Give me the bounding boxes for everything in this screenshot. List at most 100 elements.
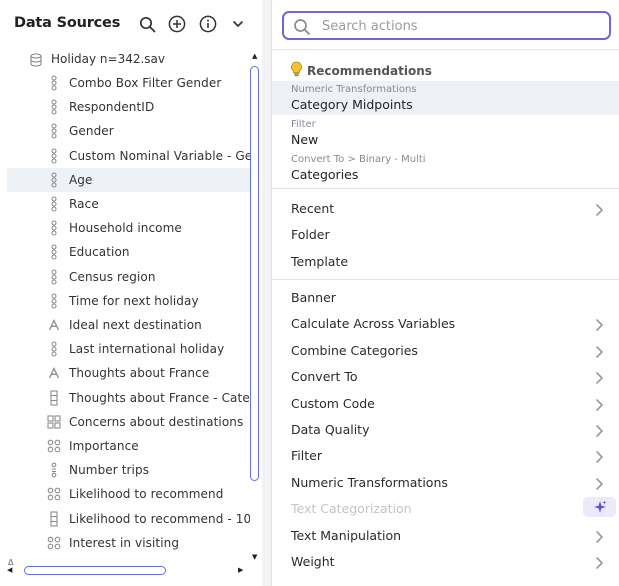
variable-label: Time for next holiday xyxy=(69,293,199,308)
variable-label: RespondentID xyxy=(69,100,155,115)
data-file-label: Holiday n=342.sav xyxy=(51,52,166,66)
menu-item-label: Convert To xyxy=(291,369,358,385)
menu-item-label: Recent xyxy=(291,201,335,216)
numeric-var-icon xyxy=(47,269,61,285)
variable-label: Census region xyxy=(69,269,156,284)
recommendation-action: New xyxy=(291,132,319,147)
scroll-right-arrow[interactable]: ▶ xyxy=(238,566,243,574)
horizontal-scrollbar-thumb[interactable] xyxy=(24,566,166,575)
menu-item-recent[interactable]: Recent xyxy=(272,197,619,221)
chevron-right-icon xyxy=(594,202,604,216)
menu-item-label: Data Quality xyxy=(291,422,370,437)
numeric-var-icon xyxy=(47,244,61,260)
chevron-right-icon xyxy=(594,555,604,569)
variable-label: Thoughts about France - Categ xyxy=(69,390,250,405)
variable-item[interactable]: Number trips xyxy=(7,458,250,482)
numeric-count-var-icon xyxy=(47,462,61,478)
variable-item[interactable]: RespondentID xyxy=(7,95,250,119)
menu-item-combine-categories[interactable]: Combine Categories xyxy=(272,339,619,363)
variable-label: Gender xyxy=(69,124,114,139)
menu-item-label: Text Categorization xyxy=(291,501,412,517)
variable-label: Age xyxy=(69,172,93,187)
variable-label: Concerns about destinations xyxy=(69,414,244,429)
actions-menu: Recommendations Numeric Transformations C… xyxy=(271,0,619,586)
chevron-right-icon xyxy=(594,317,604,332)
recommendations-heading: Recommendations xyxy=(290,61,432,81)
recommendation-item[interactable]: Filter New xyxy=(272,116,619,150)
menu-item-template[interactable]: Template xyxy=(272,250,619,274)
grid-var-icon xyxy=(47,414,61,430)
menu-item-folder[interactable]: Folder xyxy=(272,223,619,247)
variable-item[interactable]: Likelihood to recommend xyxy=(7,482,250,506)
menu-item-filter[interactable]: Filter xyxy=(272,444,619,468)
menu-item-label: Numeric Transformations xyxy=(291,474,448,490)
recommendation-item[interactable]: Numeric Transformations Category Midpoint… xyxy=(272,81,619,115)
scroll-down-arrow[interactable]: ▼ xyxy=(252,553,257,561)
recommendation-action: Categories xyxy=(291,167,359,182)
variable-label: Race xyxy=(69,197,99,211)
variable-item[interactable]: Custom Nominal Variable - Gen xyxy=(7,144,250,168)
chevron-right-icon xyxy=(594,370,604,384)
menu-item-text-categorization: Text Categorization xyxy=(272,497,619,521)
numeric-var-icon xyxy=(47,172,61,188)
chevron-right-icon xyxy=(594,449,604,464)
menu-item-calculate-across-variables[interactable]: Calculate Across Variables xyxy=(272,312,619,336)
variable-item[interactable]: Time for next holiday xyxy=(7,289,250,313)
add-icon[interactable] xyxy=(167,14,187,34)
variable-item[interactable]: Combo Box Filter Gender xyxy=(7,71,250,95)
variable-item[interactable]: Interest in visiting xyxy=(7,531,250,555)
variable-label: Combo Box Filter Gender xyxy=(69,76,222,90)
variable-label: Likelihood to recommend - 10 xyxy=(69,511,250,526)
variable-item[interactable]: Thoughts about France - Categ xyxy=(7,386,250,410)
menu-item-data-quality[interactable]: Data Quality xyxy=(272,418,619,442)
ai-sparkle-icon[interactable] xyxy=(583,497,616,518)
search-box[interactable] xyxy=(282,11,611,40)
recommendation-item[interactable]: Convert To > Binary - Multi Categories xyxy=(272,151,619,185)
info-icon[interactable] xyxy=(198,14,218,34)
multi-numeric-var-icon xyxy=(47,486,61,502)
menu-item-label: Folder xyxy=(291,227,330,243)
menu-item-weight[interactable]: Weight xyxy=(272,550,619,574)
variable-item[interactable]: Census region xyxy=(7,265,250,289)
variable-item[interactable]: Gender xyxy=(7,119,250,143)
multi-numeric-var-icon xyxy=(47,535,61,551)
variable-item[interactable]: Last international holiday xyxy=(7,337,250,361)
divider xyxy=(272,279,619,280)
menu-item-text-manipulation[interactable]: Text Manipulation xyxy=(272,524,619,548)
variable-label: Ideal next destination xyxy=(69,318,202,332)
variable-item[interactable]: Importance xyxy=(7,434,250,458)
variable-item[interactable]: Household income xyxy=(7,216,250,240)
menu-item-label: Weight xyxy=(291,554,335,569)
search-icon[interactable] xyxy=(137,14,157,34)
variable-item[interactable]: Ideal next destination xyxy=(7,313,250,337)
recommendations-label: Recommendations xyxy=(307,64,432,78)
categorical-var-icon xyxy=(47,511,61,527)
scroll-left-arrow[interactable]: ◀ xyxy=(7,566,12,574)
variable-label: Thoughts about France xyxy=(69,366,210,381)
menu-item-label: Calculate Across Variables xyxy=(291,316,456,332)
menu-item-label: Banner xyxy=(291,290,336,305)
chevron-right-icon xyxy=(594,423,604,437)
variable-item[interactable]: Likelihood to recommend - 10 xyxy=(7,507,250,531)
lightbulb-icon xyxy=(290,61,303,81)
vertical-scrollbar-thumb[interactable] xyxy=(250,66,259,481)
numeric-var-icon xyxy=(47,148,61,164)
variable-item[interactable]: Thoughts about France xyxy=(7,361,250,385)
chevron-down-icon[interactable] xyxy=(228,14,248,34)
scroll-up-arrow[interactable]: ▲ xyxy=(252,52,257,60)
variable-label: Likelihood to recommend xyxy=(69,487,224,502)
menu-item-banner[interactable]: Banner xyxy=(272,286,619,310)
menu-item-custom-code[interactable]: Custom Code xyxy=(272,392,619,416)
menu-item-numeric-transformations[interactable]: Numeric Transformations xyxy=(272,471,619,495)
variable-item[interactable]: Race xyxy=(7,192,250,216)
variable-item[interactable]: Age xyxy=(7,167,250,192)
numeric-var-icon xyxy=(47,220,61,236)
menu-item-convert-to[interactable]: Convert To xyxy=(272,365,619,389)
data-file-row[interactable]: Holiday n=342.sav xyxy=(0,47,250,71)
variable-item[interactable]: Concerns about destinations xyxy=(7,410,250,434)
search-actions-input[interactable] xyxy=(322,17,602,35)
variable-label: Importance xyxy=(69,439,139,453)
menu-item-label: Template xyxy=(291,253,349,269)
variable-label: Last international holiday xyxy=(69,342,225,357)
variable-item[interactable]: Education xyxy=(7,240,250,264)
